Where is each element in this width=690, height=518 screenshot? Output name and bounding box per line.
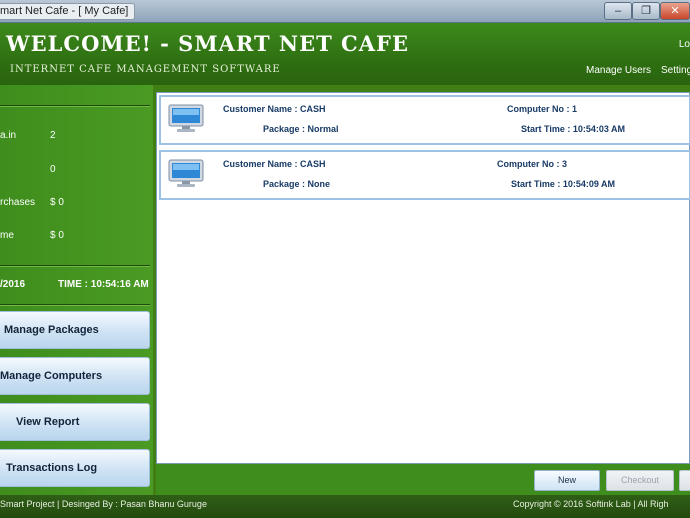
transactions-log-button[interactable]: Transactions Log [0, 449, 150, 487]
footer-credits: Smart Project | Desinged By : Pasan Bhan… [0, 499, 207, 509]
view-report-button[interactable]: View Report [0, 403, 150, 441]
divider [0, 105, 150, 107]
package-name: Package : None [263, 179, 331, 189]
divider [0, 304, 150, 306]
welcome-title: WELCOME! - SMART NET CAFE [6, 31, 409, 56]
stat-label-logged-in: a.in [0, 130, 17, 141]
sidebar: a.in 2 0 rchases $ 0 me $ 0 /2016 TIME :… [0, 85, 153, 495]
window-titlebar: mart Net Cafe - [ My Cafe] – ❐ ✕ [0, 0, 690, 23]
footer-copyright: Copyright © 2016 Softink Lab | All Righ [513, 499, 669, 509]
close-button[interactable]: ✕ [660, 2, 690, 20]
start-time: Start Time : 10:54:03 AM [521, 124, 626, 134]
app-header: WELCOME! - SMART NET CAFE INTERNET CAFE … [0, 23, 690, 85]
window-title: mart Net Cafe - [ My Cafe] [0, 3, 136, 20]
session-card[interactable]: Customer Name : CASH Package : Normal Co… [159, 95, 690, 145]
computer-number: Computer No : 1 [507, 104, 578, 114]
customer-name: Customer Name : CASH [223, 104, 326, 114]
computer-monitor-icon [168, 104, 204, 132]
stat-value-2: 0 [50, 164, 56, 175]
checkout-button[interactable]: Checkout [606, 470, 674, 491]
computer-monitor-icon [168, 159, 204, 187]
maximize-button[interactable]: ❐ [632, 2, 660, 20]
stat-label-income: me [0, 230, 14, 241]
package-name: Package : Normal [263, 124, 339, 134]
date-display: /2016 [0, 279, 26, 290]
stat-label-purchases: rchases [0, 197, 36, 208]
manage-users-link[interactable]: Manage Users [586, 65, 651, 76]
minimize-button[interactable]: – [604, 2, 632, 20]
app-subtitle: INTERNET CAFE MANAGEMENT SOFTWARE [10, 64, 281, 75]
time-display: TIME : 10:54:16 AM [58, 279, 149, 290]
start-time: Start Time : 10:54:09 AM [511, 179, 616, 189]
stat-value-purchases: $ 0 [50, 197, 64, 208]
status-footer: Smart Project | Desinged By : Pasan Bhan… [0, 495, 690, 518]
sessions-panel: Customer Name : CASH Package : Normal Co… [156, 92, 690, 464]
computer-number: Computer No : 3 [497, 159, 568, 169]
divider [0, 265, 150, 267]
settings-link[interactable]: Setting [661, 65, 690, 76]
customer-name: Customer Name : CASH [223, 159, 326, 169]
session-card[interactable]: Customer Name : CASH Package : None Comp… [159, 150, 690, 200]
stat-value-income: $ 0 [50, 230, 64, 241]
extra-action-button[interactable] [679, 470, 690, 491]
logged-user-label: Lo [678, 39, 690, 50]
manage-packages-button[interactable]: Manage Packages [0, 311, 150, 349]
new-button[interactable]: New [534, 470, 600, 491]
manage-computers-button[interactable]: Manage Computers [0, 357, 150, 395]
stat-value-logged-in: 2 [50, 130, 56, 141]
